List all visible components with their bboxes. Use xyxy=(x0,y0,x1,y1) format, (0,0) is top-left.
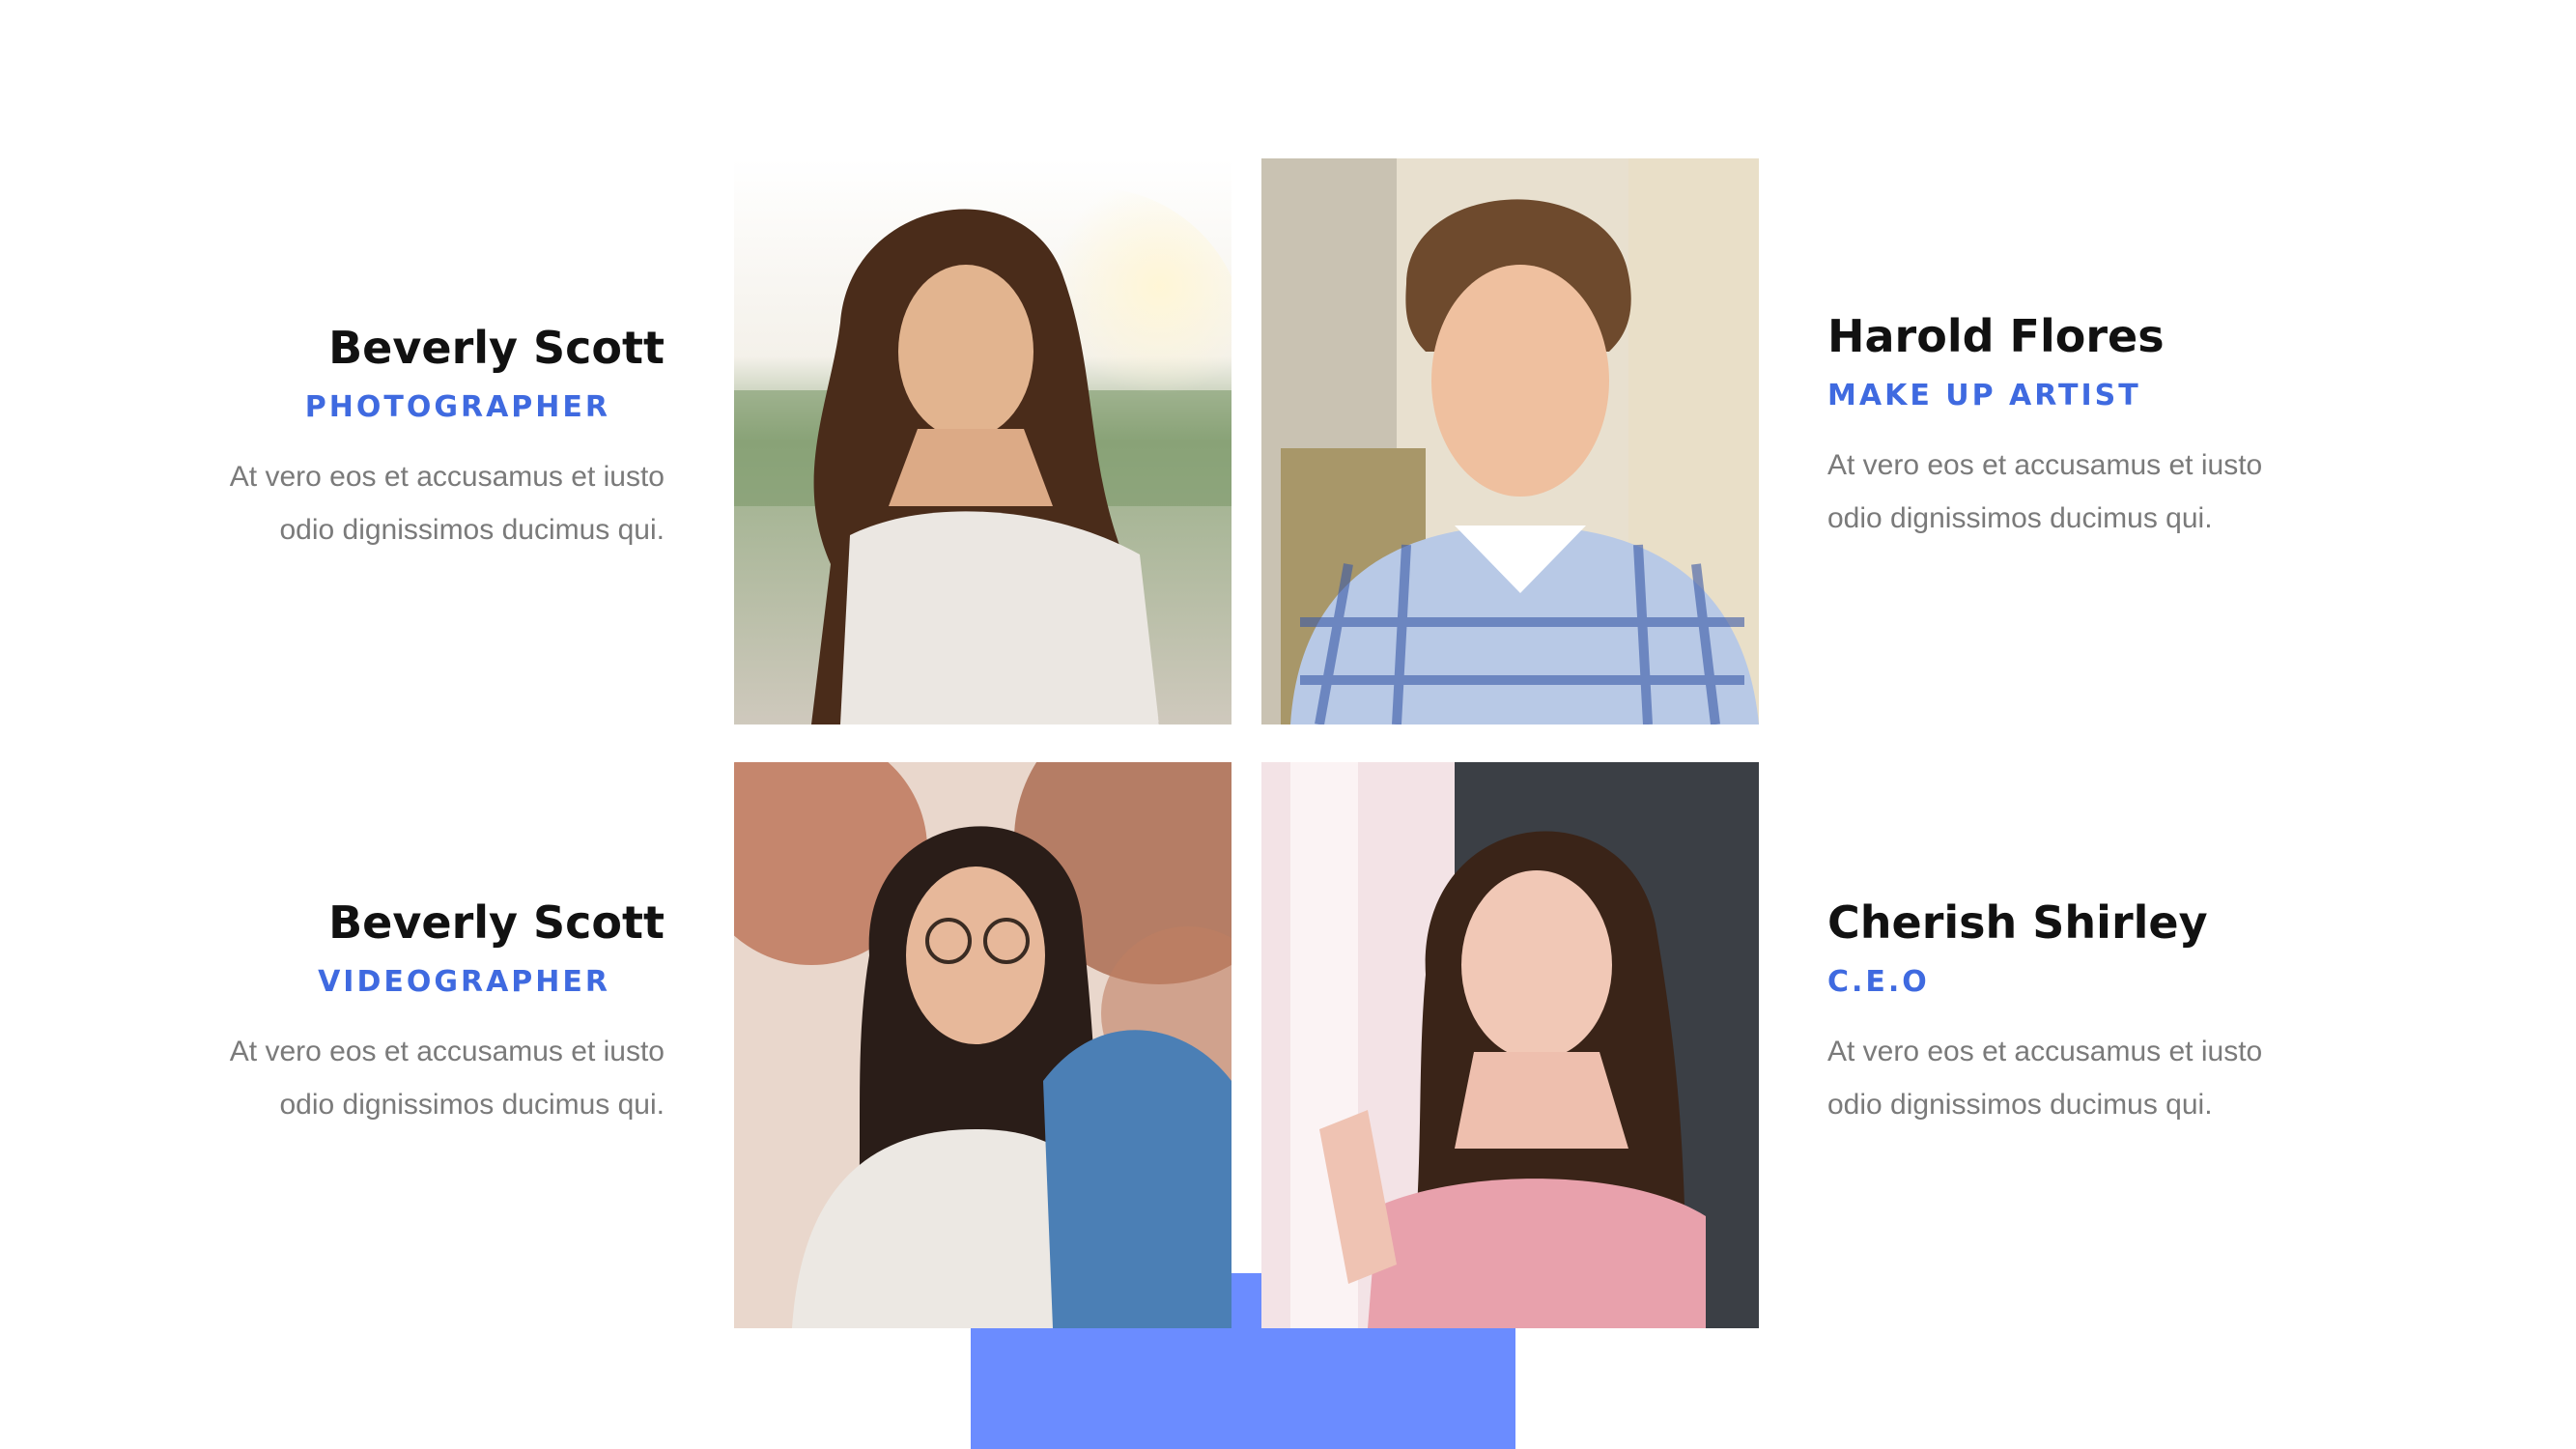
member-role: MAKE UP ARTIST xyxy=(1827,379,2141,412)
member-description: At vero eos et accusamus et iusto odio d… xyxy=(1827,1025,2368,1131)
photo-harold-flores xyxy=(1261,158,1759,724)
member-role: PHOTOGRAPHER xyxy=(304,390,610,424)
member-description: At vero eos et accusamus et iusto odio d… xyxy=(1827,439,2368,545)
team-card-cherish-shirley: Cherish Shirley C.E.O At vero eos et acc… xyxy=(1827,894,2368,1131)
member-description-line: At vero eos et accusamus et iusto xyxy=(1827,1036,2263,1067)
photo-beverly-scott-photographer xyxy=(734,158,1231,724)
accent-block-bottom xyxy=(971,1325,1515,1449)
member-description-line: At vero eos et accusamus et iusto xyxy=(229,461,665,493)
team-slide: Beverly Scott PHOTOGRAPHER At vero eos e… xyxy=(0,0,2576,1449)
member-name: Beverly Scott xyxy=(328,322,665,374)
member-name: Harold Flores xyxy=(1827,310,2165,362)
member-description: At vero eos et accusamus et iusto odio d… xyxy=(124,1025,665,1131)
team-card-beverly-scott-videographer: Beverly Scott VIDEOGRAPHER At vero eos e… xyxy=(124,894,665,1131)
member-description-line: odio dignissimos ducimus qui. xyxy=(279,1089,665,1121)
member-description-line: At vero eos et accusamus et iusto xyxy=(229,1036,665,1067)
member-role: VIDEOGRAPHER xyxy=(318,965,610,999)
photo-cherish-shirley xyxy=(1261,762,1759,1328)
member-description-line: odio dignissimos ducimus qui. xyxy=(1827,502,2213,534)
member-role: C.E.O xyxy=(1827,965,1930,999)
member-name: Beverly Scott xyxy=(328,896,665,949)
team-card-harold-flores: Harold Flores MAKE UP ARTIST At vero eos… xyxy=(1827,307,2368,545)
member-name: Cherish Shirley xyxy=(1827,896,2208,949)
accent-block-connector xyxy=(1229,1273,1261,1331)
member-description-line: odio dignissimos ducimus qui. xyxy=(1827,1089,2213,1121)
photo-beverly-scott-videographer xyxy=(734,762,1231,1328)
team-card-beverly-scott-photographer: Beverly Scott PHOTOGRAPHER At vero eos e… xyxy=(124,319,665,556)
member-description-line: odio dignissimos ducimus qui. xyxy=(279,514,665,546)
member-description-line: At vero eos et accusamus et iusto xyxy=(1827,449,2263,481)
member-description: At vero eos et accusamus et iusto odio d… xyxy=(124,450,665,556)
